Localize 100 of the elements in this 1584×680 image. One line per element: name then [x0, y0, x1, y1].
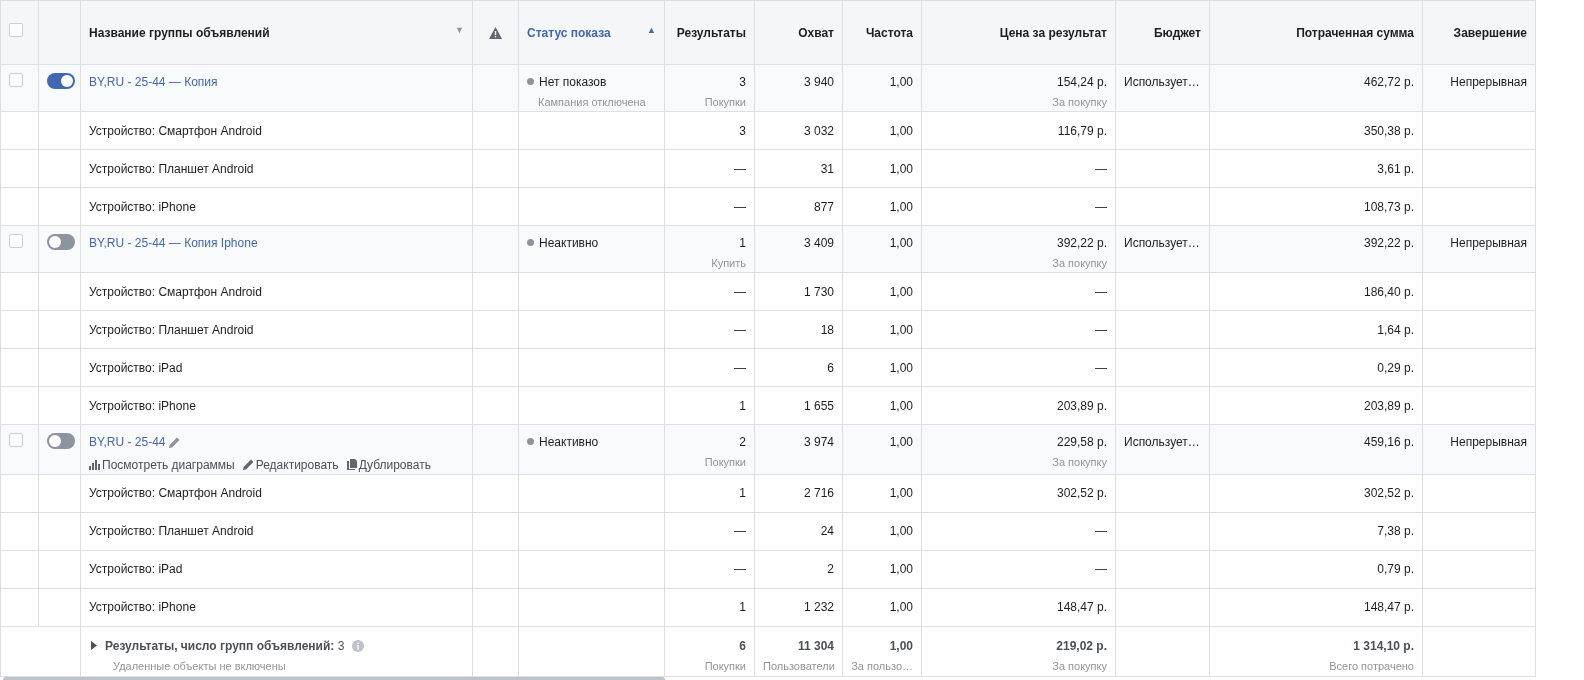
- table-cell: 1 232: [803, 600, 834, 615]
- table-cell: Устройство: iPad: [89, 562, 183, 577]
- table-cell: 392,22 р.: [1056, 236, 1107, 250]
- column-header[interactable]: Охват: [754, 0, 843, 65]
- table-cell: Устройство: Смартфон Android: [89, 123, 262, 138]
- table-cell: 1: [739, 600, 746, 615]
- unit-label: За пользо…: [851, 658, 913, 674]
- pencil-icon: [242, 459, 254, 471]
- toggle-switch[interactable]: [47, 73, 75, 89]
- table-cell: —: [734, 562, 746, 577]
- column-header[interactable]: Завершение: [1422, 0, 1536, 65]
- column-header[interactable]: Потраченная сумма: [1209, 0, 1423, 65]
- table-cell: Устройство: iPhone: [89, 398, 196, 413]
- status-text: Неактивно: [527, 236, 599, 250]
- table-cell: 1,00: [889, 398, 913, 413]
- table-cell: 219,02 р.: [1056, 638, 1107, 653]
- table-cell: Непрерывная: [1450, 236, 1527, 250]
- table-cell: 350,38 р.: [1363, 123, 1414, 138]
- info-icon[interactable]: [352, 639, 365, 652]
- table-cell: 11 304: [797, 638, 834, 653]
- table-cell: 877: [813, 199, 834, 214]
- table-cell: 6: [827, 360, 834, 375]
- pencil-icon[interactable]: [169, 437, 181, 449]
- table-cell: 6: [739, 638, 746, 653]
- checkbox[interactable]: [9, 23, 23, 37]
- table-cell: Устройство: Планшет Android: [89, 524, 254, 539]
- table-cell: 18: [820, 322, 834, 337]
- table-cell: 1 314,10 р.: [1353, 638, 1414, 653]
- toggle-switch[interactable]: [47, 234, 75, 250]
- table-cell: 3: [739, 123, 746, 138]
- table-cell: 2: [827, 562, 834, 577]
- table-cell: 186,40 р.: [1363, 284, 1414, 299]
- checkbox[interactable]: [9, 234, 23, 248]
- bar-chart-icon: [89, 459, 100, 470]
- table-cell: 148,47 р.: [1056, 600, 1107, 615]
- unit-label: Покупки: [703, 455, 746, 470]
- column-header[interactable]: Статус показа ▲: [518, 0, 665, 65]
- status-note: Кампания отключена: [538, 95, 647, 110]
- table-cell: 1,00: [889, 360, 913, 375]
- column-header[interactable]: Частота: [842, 0, 922, 65]
- table-cell: 1,64 р.: [1377, 322, 1414, 337]
- column-header[interactable]: Название группы объявлений ▼: [80, 0, 473, 65]
- table-cell: 148,47 р.: [1363, 600, 1414, 615]
- table-cell: 7,38 р.: [1377, 524, 1414, 539]
- table-cell: —: [734, 322, 746, 337]
- unit-label: Покупки: [703, 658, 746, 674]
- table-cell: Устройство: Смартфон Android: [89, 284, 262, 299]
- unit-label: Покупки: [703, 95, 746, 110]
- checkbox[interactable]: [9, 73, 23, 87]
- table-cell: —: [1095, 360, 1107, 375]
- ad-set-link[interactable]: BY,RU - 25-44: [89, 435, 166, 449]
- table-cell: —: [1095, 284, 1107, 299]
- table-cell: —: [734, 284, 746, 299]
- expand-caret-icon[interactable]: [91, 641, 97, 651]
- unit-label: За покупку: [1051, 658, 1107, 674]
- table-cell: Устройство: iPhone: [89, 600, 196, 615]
- table-cell: 1,00: [889, 600, 913, 615]
- table-cell: Устройство: iPad: [89, 360, 183, 375]
- totals-label: Результаты, число групп объявлений: 3: [105, 637, 345, 655]
- unit-label: За покупку: [1051, 455, 1107, 470]
- copy-icon: [346, 459, 357, 471]
- table-cell: 1,00: [889, 322, 913, 337]
- table-cell: 203,89 р.: [1363, 398, 1414, 413]
- table-cell: 3 409: [803, 236, 834, 250]
- action-link[interactable]: Посмотреть диаграммы: [89, 455, 235, 474]
- table-cell: 1,00: [889, 638, 913, 653]
- table-cell: 459,16 р.: [1363, 435, 1414, 449]
- unit-label: Всего потрачено: [1328, 658, 1414, 674]
- table-cell: 302,52 р.: [1056, 486, 1107, 501]
- toggle-switch[interactable]: [47, 433, 75, 449]
- table-cell: 302,52 р.: [1363, 486, 1414, 501]
- table-cell: —: [1095, 562, 1107, 577]
- column-header[interactable]: Результаты: [664, 0, 755, 65]
- table-cell: 1,00: [889, 75, 913, 89]
- action-link[interactable]: Дублировать: [346, 455, 431, 474]
- totals-note: Удаленные объекты не включены: [113, 658, 287, 674]
- table-cell: 3: [739, 75, 746, 89]
- checkbox[interactable]: [9, 433, 23, 447]
- table-cell: 1,00: [889, 236, 913, 250]
- table-cell: Непрерывная: [1450, 435, 1527, 449]
- table-cell: —: [734, 360, 746, 375]
- table-cell: 1,00: [889, 562, 913, 577]
- table-cell: Непрерывная: [1450, 75, 1527, 89]
- table-cell: 3,61 р.: [1377, 161, 1414, 176]
- table-cell: 2: [739, 435, 746, 449]
- table-cell: 1: [739, 236, 746, 250]
- column-header[interactable]: Цена за результат: [921, 0, 1116, 65]
- table-cell: Устройство: Планшет Android: [89, 322, 254, 337]
- table-cell: 1 655: [803, 398, 834, 413]
- table-cell: —: [1095, 199, 1107, 214]
- sort-arrow-icon: ▲: [647, 23, 656, 37]
- table-cell: Использует…: [1124, 236, 1200, 250]
- column-header[interactable]: Бюджет: [1115, 0, 1210, 65]
- action-link[interactable]: Редактировать: [242, 455, 339, 474]
- ad-set-link[interactable]: BY,RU - 25-44 — Копия: [89, 75, 218, 89]
- table-cell: —: [734, 524, 746, 539]
- unit-label: Купить: [710, 256, 746, 271]
- table-cell: 1: [739, 486, 746, 501]
- ad-set-link[interactable]: BY,RU - 25-44 — Копия Iphone: [89, 236, 258, 250]
- table-cell: 3 940: [803, 75, 834, 89]
